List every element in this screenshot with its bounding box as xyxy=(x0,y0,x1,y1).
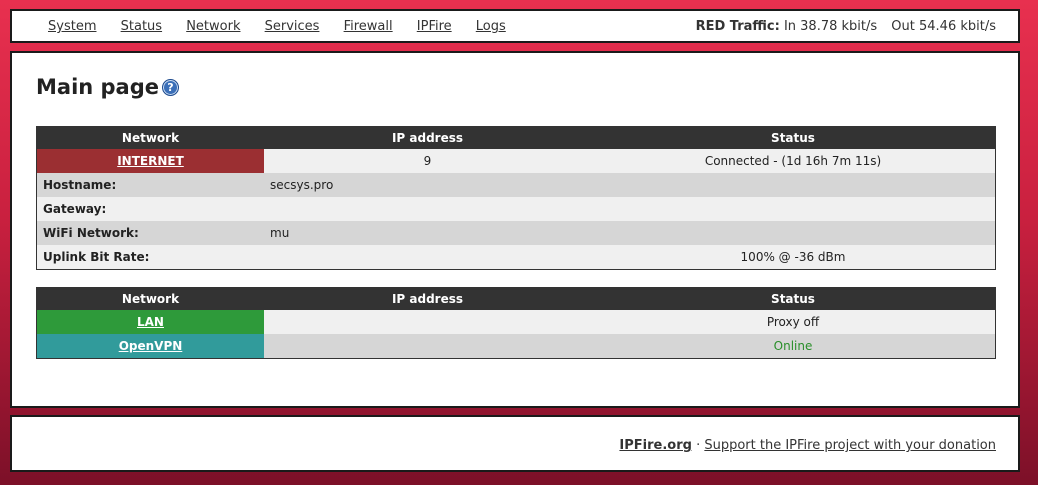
traffic-out: Out 54.46 kbit/s xyxy=(891,19,996,34)
empty-cell xyxy=(591,197,996,221)
empty-cell xyxy=(264,245,591,270)
empty-cell xyxy=(591,221,996,245)
interface-cell-internet: INTERNET xyxy=(36,149,264,173)
col-network: Network xyxy=(36,126,264,149)
table-row-wifi: WiFi Network: mu xyxy=(36,221,996,245)
donation-link[interactable]: Support the IPFire project with your don… xyxy=(704,438,996,453)
hostname-label: Hostname: xyxy=(36,173,264,197)
interface-cell-lan: LAN xyxy=(36,310,264,334)
table-row-uplink: Uplink Bit Rate: 100% @ -36 dBm xyxy=(36,245,996,270)
help-question-icon[interactable]: ? xyxy=(162,79,179,96)
traffic-label: RED Traffic: xyxy=(695,19,780,34)
local-interfaces-table: Network IP address Status LAN Proxy off … xyxy=(36,287,996,359)
menu-ipfire[interactable]: IPFire xyxy=(417,19,452,34)
menu-system[interactable]: System xyxy=(48,19,96,34)
menu-status[interactable]: Status xyxy=(121,19,162,34)
gateway-value xyxy=(264,197,591,221)
col-ip-address: IP address xyxy=(264,126,591,149)
wifi-value: mu xyxy=(264,221,591,245)
top-navigation-bar: System Status Network Services Firewall … xyxy=(10,9,1020,43)
main-content: Main page ? Network IP address Status IN… xyxy=(10,51,1020,408)
uplink-value: 100% @ -36 dBm xyxy=(591,245,996,270)
table-row-hostname: Hostname: secsys.pro xyxy=(36,173,996,197)
table-row-openvpn: OpenVPN Online xyxy=(36,334,996,359)
menu-services[interactable]: Services xyxy=(265,19,320,34)
menu-logs[interactable]: Logs xyxy=(476,19,506,34)
lan-link[interactable]: LAN xyxy=(137,315,164,329)
openvpn-ip xyxy=(264,334,591,359)
interface-cell-openvpn: OpenVPN xyxy=(36,334,264,359)
internet-ip: 9 xyxy=(264,149,591,173)
main-menu: System Status Network Services Firewall … xyxy=(48,19,526,34)
footer: IPFire.org · Support the IPFire project … xyxy=(10,415,1020,472)
footer-links: IPFire.org · Support the IPFire project … xyxy=(619,438,996,453)
col-network: Network xyxy=(36,287,264,310)
red-traffic-indicator: RED Traffic: In 38.78 kbit/s Out 54.46 k… xyxy=(696,19,996,34)
lan-status: Proxy off xyxy=(591,310,996,334)
red-interface-table: Network IP address Status INTERNET 9 Con… xyxy=(36,126,996,270)
col-status: Status xyxy=(591,287,996,310)
footer-separator: · xyxy=(696,438,701,453)
menu-firewall[interactable]: Firewall xyxy=(344,19,393,34)
table-header-row: Network IP address Status xyxy=(36,126,996,149)
traffic-in: In 38.78 kbit/s xyxy=(783,19,878,34)
table-header-row: Network IP address Status xyxy=(36,287,996,310)
openvpn-status: Online xyxy=(591,334,996,359)
ipfire-org-link[interactable]: IPFire.org xyxy=(619,438,692,453)
col-ip-address: IP address xyxy=(264,287,591,310)
page-title: Main page xyxy=(36,75,160,99)
hostname-value: secsys.pro xyxy=(264,173,591,197)
empty-cell xyxy=(591,173,996,197)
lan-ip xyxy=(264,310,591,334)
wifi-label: WiFi Network: xyxy=(36,221,264,245)
internet-link[interactable]: INTERNET xyxy=(117,154,184,168)
col-status: Status xyxy=(591,126,996,149)
menu-network[interactable]: Network xyxy=(186,19,240,34)
table-row-gateway: Gateway: xyxy=(36,197,996,221)
gateway-label: Gateway: xyxy=(36,197,264,221)
table-row-lan: LAN Proxy off xyxy=(36,310,996,334)
uplink-label: Uplink Bit Rate: xyxy=(36,245,264,270)
openvpn-link[interactable]: OpenVPN xyxy=(119,339,183,353)
table-row-internet: INTERNET 9 Connected - (1d 16h 7m 11s) xyxy=(36,149,996,173)
internet-status: Connected - (1d 16h 7m 11s) xyxy=(591,149,996,173)
